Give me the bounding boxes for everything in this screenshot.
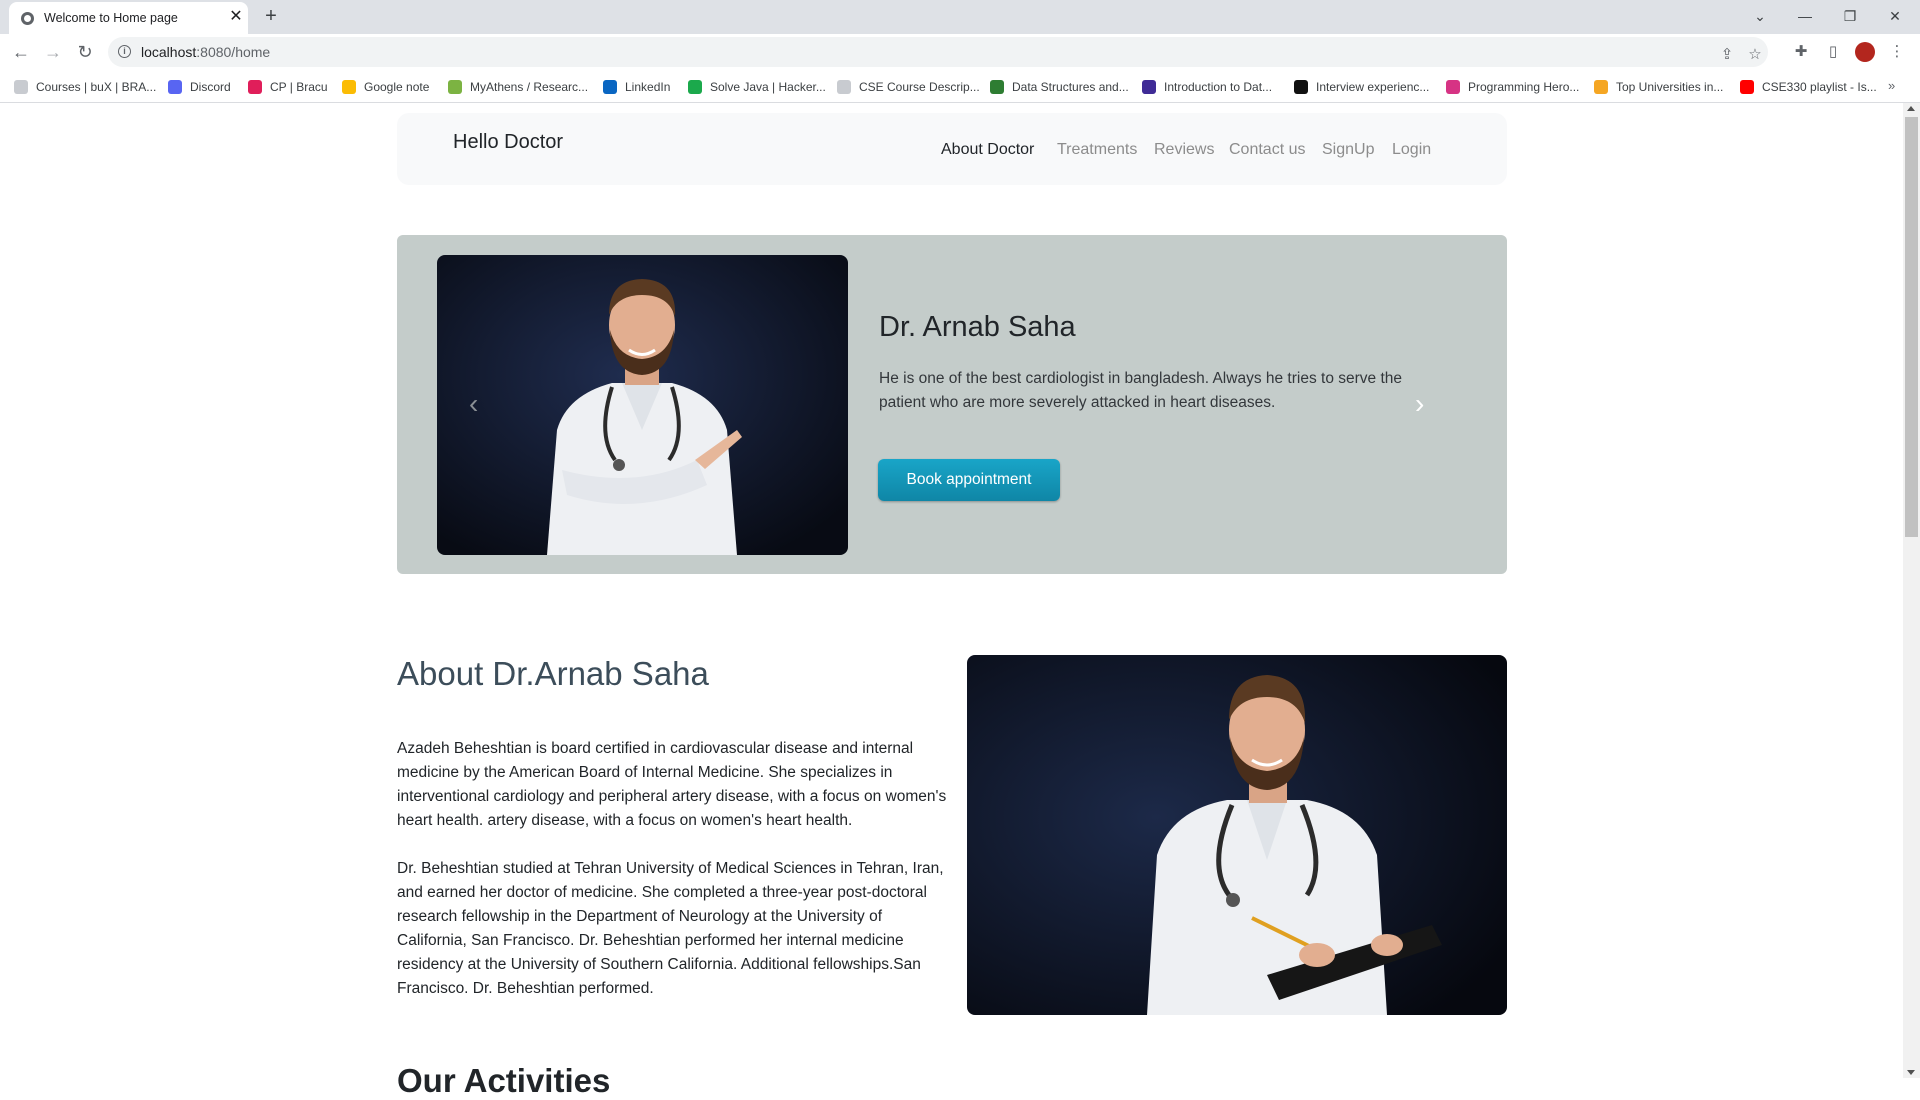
bookmark-item[interactable]: LinkedIn [603,79,670,95]
youtube-icon [1740,80,1754,94]
about-heading: About Dr.Arnab Saha [397,655,709,692]
bookmark-item[interactable]: Programming Hero... [1446,79,1579,95]
reload-icon[interactable]: ↻ [74,41,96,63]
bookmark-favicon-icon [1294,80,1308,94]
address-bar[interactable]: i localhost:8080/home ⇪ ☆ [108,37,1768,67]
menu-icon[interactable]: ⋮ [1886,41,1908,63]
chevron-left-icon[interactable]: ‹ [469,390,478,418]
brand-logo-text[interactable]: Hello Doctor [453,131,563,154]
scrollbar-thumb[interactable] [1905,117,1918,537]
bookmark-item[interactable]: CP | Bracu [248,79,328,95]
minimize-button[interactable]: — [1785,4,1825,28]
bookmark-item[interactable]: Introduction to Dat... [1142,79,1272,95]
bookmark-favicon-icon [837,80,851,94]
geeksforgeeks-icon [990,80,1004,94]
discord-icon [168,80,182,94]
nav-link-login[interactable]: Login [1392,141,1431,159]
share-icon[interactable]: ⇪ [1716,44,1738,66]
hero-carousel: ‹ Dr. Arnab Saha He is one of the best c… [397,235,1507,574]
bookmark-item[interactable]: Google note [342,79,429,95]
bookmark-item[interactable]: Discord [168,79,231,95]
bookmark-item[interactable]: Data Structures and... [990,79,1129,95]
about-paragraph-2: Dr. Beheshtian studied at Tehran Univers… [397,860,944,997]
nav-link-signup[interactable]: SignUp [1322,141,1374,159]
page-scrollbar[interactable] [1903,103,1920,1078]
scroll-down-icon[interactable] [1907,1070,1915,1075]
browser-toolbar: ← → ↻ i localhost:8080/home ⇪ ☆ ✚ ▯ ⋮ [0,34,1920,70]
activities-heading: Our Activities [397,1062,611,1099]
hackerrank-icon [688,80,702,94]
bookmark-star-icon[interactable]: ☆ [1744,44,1766,66]
bookmark-favicon-icon [14,80,28,94]
profile-avatar[interactable] [1855,42,1875,62]
chevron-right-icon[interactable]: › [1415,390,1424,418]
bookmark-item[interactable]: Interview experienc... [1294,79,1429,95]
new-tab-button[interactable]: + [260,5,282,27]
bookmark-item[interactable]: Top Universities in... [1594,79,1723,95]
slack-icon [248,80,262,94]
globe-icon [21,12,34,25]
nav-link-about-doctor[interactable]: About Doctor [941,141,1034,159]
doctor-photo [437,255,848,555]
doctor-clipboard-photo [967,655,1507,1015]
nav-link-reviews[interactable]: Reviews [1154,141,1214,159]
tab-search-icon[interactable]: ⌄ [1740,4,1780,28]
bookmarks-bar: Courses | buX | BRA... Discord CP | Brac… [0,70,1920,103]
close-tab-icon[interactable]: ✕ [226,7,246,27]
more-bookmarks-icon[interactable]: » [1888,78,1895,93]
nav-link-treatments[interactable]: Treatments [1057,141,1137,159]
scroll-up-icon[interactable] [1907,106,1915,111]
bookmark-item[interactable]: CSE330 playlist - Is... [1740,79,1877,95]
close-window-button[interactable]: ✕ [1875,4,1915,28]
bookmark-item[interactable]: CSE Course Descrip... [837,79,980,95]
forward-icon[interactable]: → [42,41,64,63]
doctor-name: Dr. Arnab Saha [879,311,1076,343]
side-panel-icon[interactable]: ▯ [1822,41,1844,63]
bookmark-item[interactable]: Solve Java | Hacker... [688,79,826,95]
browser-tab[interactable]: Welcome to Home page ✕ [9,2,248,34]
myathens-icon [448,80,462,94]
url-text: localhost:8080/home [141,44,271,60]
programming-hero-icon [1446,80,1460,94]
book-appointment-button[interactable]: Book appointment [878,459,1060,501]
google-keep-icon [342,80,356,94]
nav-link-contact-us[interactable]: Contact us [1229,141,1305,159]
extensions-icon[interactable]: ✚ [1790,41,1812,63]
bookmark-favicon-icon [1594,80,1608,94]
bookmark-favicon-icon [1142,80,1156,94]
site-navbar: Hello Doctor About Doctor Treatments Rev… [397,113,1507,185]
bookmark-item[interactable]: MyAthens / Researc... [448,79,588,95]
linkedin-icon [603,80,617,94]
site-info-icon[interactable]: i [118,45,131,58]
tab-title: Welcome to Home page [44,11,178,25]
back-icon[interactable]: ← [10,41,32,63]
about-paragraph-1: Azadeh Beheshtian is board certified in … [397,740,947,829]
bookmark-item[interactable]: Courses | buX | BRA... [14,79,156,95]
restore-button[interactable]: ❐ [1830,4,1870,28]
browser-tab-strip: Welcome to Home page ✕ + ⌄ — ❐ ✕ [0,0,1920,34]
doctor-description: He is one of the best cardiologist in ba… [879,370,1402,411]
